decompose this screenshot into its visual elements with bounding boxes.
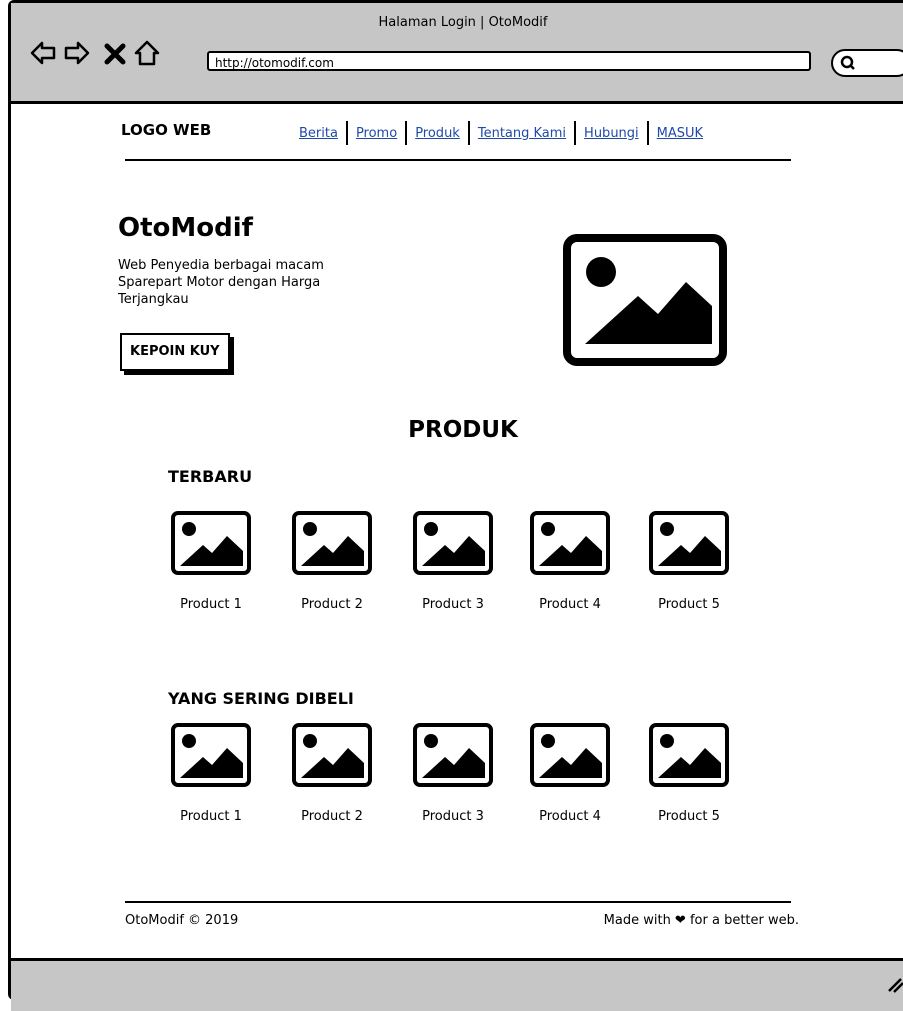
product-card[interactable]: Product 1 <box>156 511 266 612</box>
product-card[interactable]: Product 5 <box>634 511 744 612</box>
product-card[interactable]: Product 1 <box>156 723 266 824</box>
nav-promo[interactable]: Promo <box>348 126 405 141</box>
main-nav: Berita Promo Produk Tentang Kami Hubungi… <box>291 121 711 145</box>
product-image-icon <box>171 511 251 575</box>
product-card[interactable]: Product 3 <box>398 723 508 824</box>
header-divider <box>125 159 791 161</box>
nav-masuk[interactable]: MASUK <box>649 126 711 141</box>
image-placeholder-icon <box>563 234 727 366</box>
product-label: Product 1 <box>180 597 242 612</box>
browser-window: Halaman Login | OtoModif http://otomodif… <box>8 0 903 1011</box>
forward-arrow-icon[interactable] <box>63 39 91 67</box>
resize-grip-icon[interactable] <box>885 973 903 993</box>
product-card[interactable]: Product 2 <box>277 723 387 824</box>
window-title: Halaman Login | OtoModif <box>378 15 548 30</box>
url-bar[interactable]: http://otomodif.com <box>207 51 811 71</box>
nav-produk[interactable]: Produk <box>407 126 468 141</box>
product-image-icon <box>413 511 493 575</box>
site-logo[interactable]: LOGO WEB <box>121 121 211 139</box>
browser-chrome: Halaman Login | OtoModif http://otomodif… <box>11 3 903 104</box>
home-icon[interactable] <box>133 39 161 67</box>
product-image-icon <box>292 511 372 575</box>
search-icon <box>840 55 855 70</box>
footer-tagline: Made with ❤ for a better web. <box>603 913 799 928</box>
product-label: Product 2 <box>301 597 363 612</box>
kepoin-kuy-button[interactable]: KEPOIN KUY <box>120 333 230 371</box>
product-label: Product 2 <box>301 809 363 824</box>
product-card[interactable]: Product 4 <box>515 511 625 612</box>
browser-status-bar <box>11 958 903 1011</box>
product-image-icon <box>649 511 729 575</box>
product-label: Product 4 <box>539 597 601 612</box>
product-card[interactable]: Product 2 <box>277 511 387 612</box>
footer-copyright: OtoModif © 2019 <box>125 913 239 928</box>
browser-search-box[interactable] <box>831 49 903 77</box>
product-label: Product 5 <box>658 597 720 612</box>
product-label: Product 3 <box>422 597 484 612</box>
back-arrow-icon[interactable] <box>29 39 57 67</box>
footer-divider <box>125 901 791 903</box>
nav-hubungi[interactable]: Hubungi <box>576 126 647 141</box>
nav-tentang-kami[interactable]: Tentang Kami <box>470 126 574 141</box>
product-card[interactable]: Product 5 <box>634 723 744 824</box>
products-title: PRODUK <box>408 417 518 443</box>
stop-icon[interactable] <box>101 39 129 67</box>
nav-berita[interactable]: Berita <box>291 126 346 141</box>
product-image-icon <box>530 511 610 575</box>
product-label: Product 5 <box>658 809 720 824</box>
product-image-icon <box>171 723 251 787</box>
product-label: Product 4 <box>539 809 601 824</box>
product-card[interactable]: Product 4 <box>515 723 625 824</box>
product-card[interactable]: Product 3 <box>398 511 508 612</box>
product-image-icon <box>649 723 729 787</box>
hero-title: OtoModif <box>118 213 253 243</box>
product-label: Product 3 <box>422 809 484 824</box>
section-sering-dibeli-title: YANG SERING DIBELI <box>168 689 354 708</box>
section-terbaru-title: TERBARU <box>168 467 253 486</box>
product-image-icon <box>413 723 493 787</box>
product-image-icon <box>292 723 372 787</box>
hero-description: Web Penyedia berbagai macam Sparepart Mo… <box>118 258 324 307</box>
product-image-icon <box>530 723 610 787</box>
product-label: Product 1 <box>180 809 242 824</box>
